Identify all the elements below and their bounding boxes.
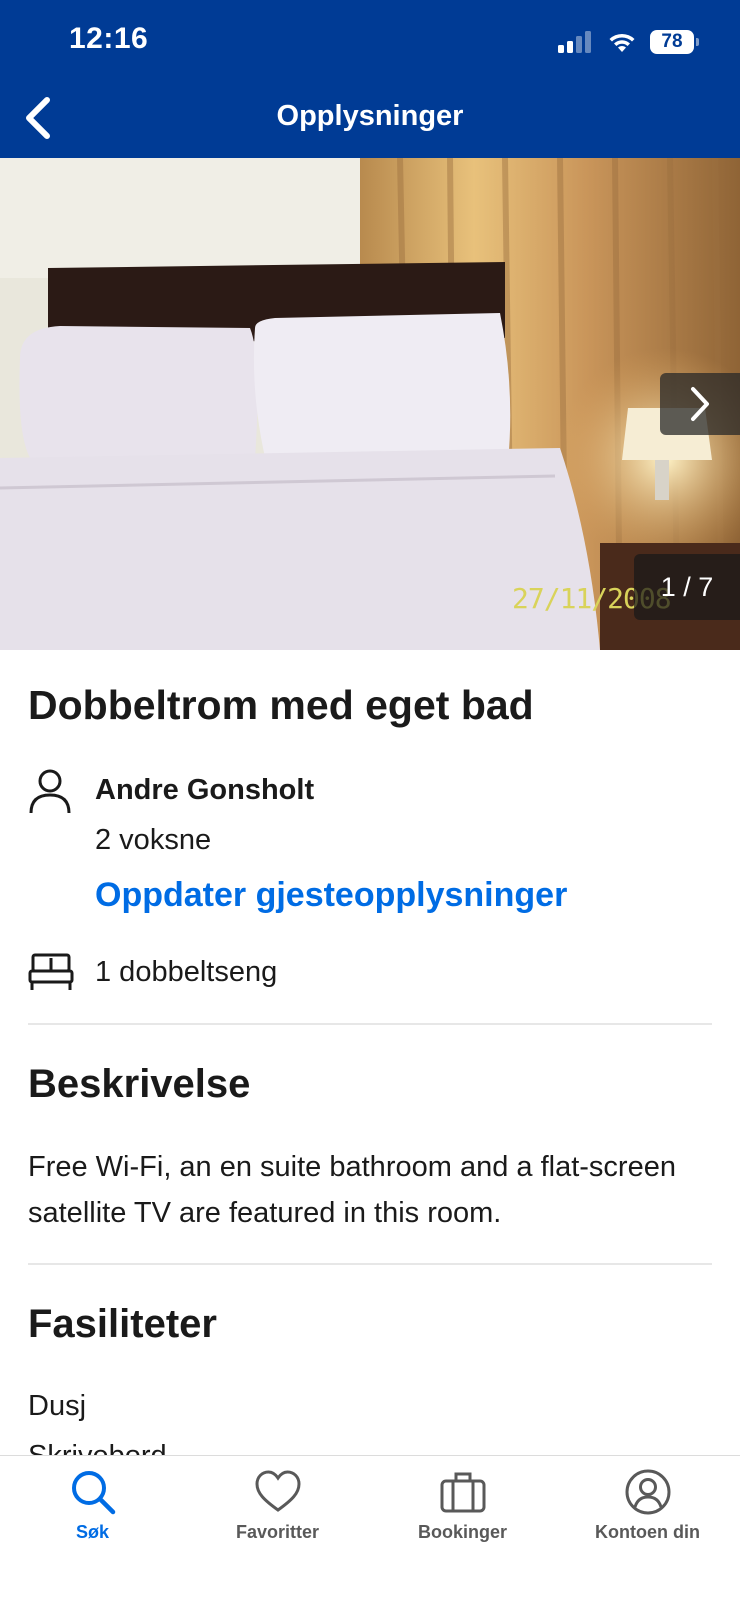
divider: [28, 1023, 712, 1025]
next-photo-button[interactable]: [660, 373, 740, 435]
tab-bookings[interactable]: Bookinger: [370, 1456, 555, 1556]
account-icon: [625, 1469, 670, 1515]
description-text: Free Wi-Fi, an en suite bathroom and a f…: [28, 1151, 676, 1229]
cellular-signal-icon: [558, 31, 594, 53]
app-header: 12:16 78 Opplysninger: [0, 0, 740, 158]
tab-account[interactable]: Kontoen din: [555, 1456, 740, 1556]
update-guest-info-link[interactable]: Oppdater gjesteopplysninger: [95, 876, 567, 915]
page-title: Opplysninger: [276, 100, 464, 132]
divider: [28, 1263, 712, 1265]
chevron-right-icon: [691, 387, 709, 421]
facility-item: Dusj: [28, 1390, 87, 1422]
tab-label: Bookinger: [417, 1522, 507, 1542]
room-photo: [0, 158, 740, 650]
status-time: 12:16: [69, 22, 149, 55]
tab-label: Kontoen din: [595, 1522, 700, 1542]
photo-counter: 1 / 7: [634, 554, 740, 620]
tab-favorites[interactable]: Favoritter: [185, 1456, 370, 1556]
facilities-heading: Fasiliteter: [28, 1302, 217, 1346]
battery-icon: 78: [650, 30, 699, 54]
room-title: Dobbeltrom med eget bad: [28, 682, 534, 728]
tab-label: Favoritter: [235, 1522, 320, 1542]
room-photo-gallery[interactable]: 27/11/2008 1 / 7: [0, 158, 740, 650]
status-icons: 78: [558, 28, 699, 56]
wifi-icon: [609, 33, 635, 52]
heart-icon: [254, 1470, 301, 1512]
suitcase-icon: [440, 1472, 485, 1513]
bed-type: 1 dobbeltseng: [95, 956, 278, 988]
guest-name: Andre Gonsholt: [95, 774, 315, 806]
bottom-tab-bar: Søk Favoritter Bookinger Kontoen din: [0, 1455, 740, 1600]
tab-label: Søk: [75, 1522, 109, 1542]
guest-count: 2 voksne: [95, 824, 212, 856]
tab-search[interactable]: Søk: [0, 1456, 185, 1556]
search-icon: [71, 1471, 115, 1515]
bed-icon: [28, 953, 74, 990]
person-icon: [29, 769, 71, 814]
description-heading: Beskrivelse: [28, 1062, 251, 1106]
